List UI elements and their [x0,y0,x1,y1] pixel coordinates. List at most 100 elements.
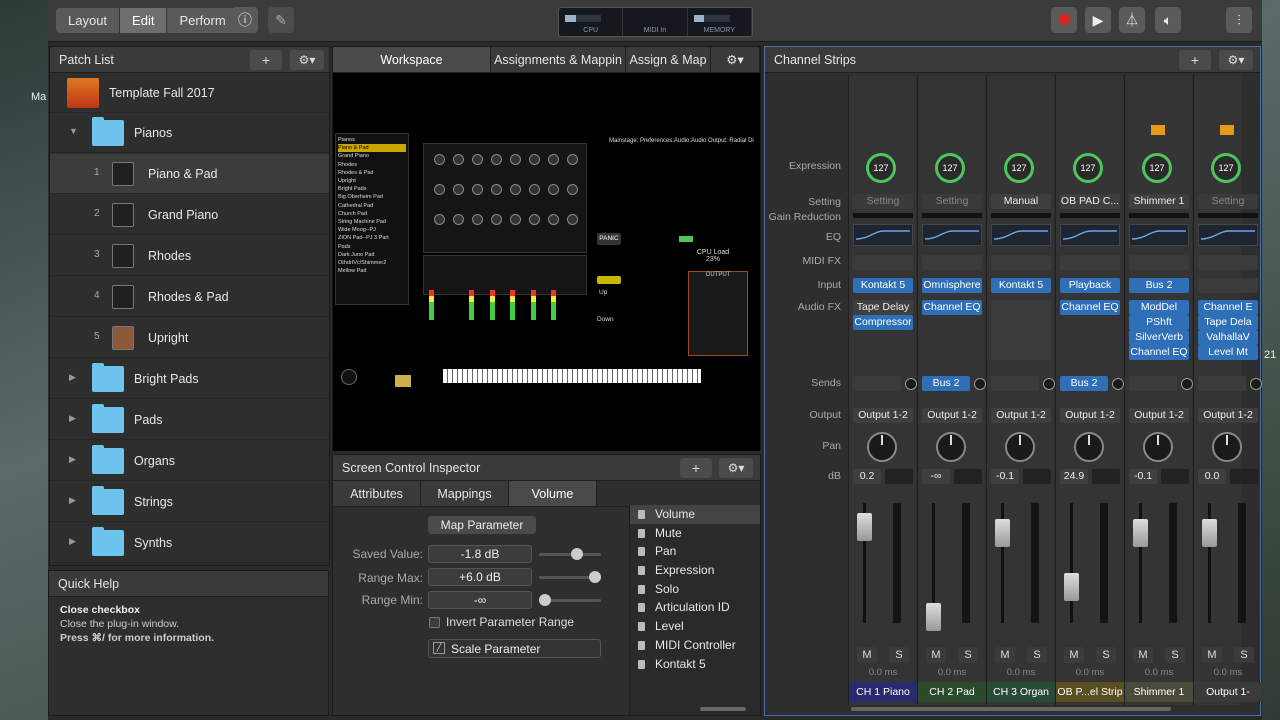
add-channel-button[interactable]: + [1179,50,1211,70]
mini-list-item[interactable]: Piano & Pad [338,144,406,153]
knob[interactable] [472,214,483,225]
disclosure-closed-icon[interactable]: ▶ [69,495,76,506]
keyboard[interactable] [443,369,701,383]
expression-knob[interactable]: 127 [1004,153,1034,183]
mini-list-item[interactable]: Rhodes [338,161,406,169]
mixer-button[interactable]: ⫶ [1226,7,1252,33]
volume-fader-track[interactable] [1070,503,1073,623]
send-level-knob[interactable] [974,378,986,390]
folder-row[interactable]: ▶ Strings [50,482,329,522]
knob[interactable] [434,184,445,195]
pan-knob[interactable] [1005,432,1035,462]
knob[interactable] [548,184,559,195]
mute-button[interactable]: M [1133,647,1153,663]
mini-list-item[interactable]: Rhodes & Pad [338,169,406,177]
mini-list-item[interactable]: OthdrIVc/Shimmer2 [338,259,406,267]
disclosure-closed-icon[interactable]: ▶ [69,454,76,465]
solo-button[interactable]: S [1027,647,1047,663]
mute-button[interactable]: M [995,647,1015,663]
knob[interactable] [529,184,540,195]
knob[interactable] [453,184,464,195]
audio-fx-slot[interactable]: Tape Delay [853,300,913,315]
mini-fader[interactable] [429,290,434,320]
knob[interactable] [434,214,445,225]
eq-thumbnail[interactable] [1129,224,1189,246]
mini-fader[interactable] [490,290,495,320]
audio-fx-slot[interactable]: Channel E [1198,300,1258,315]
knob[interactable] [472,184,483,195]
midi-fx-slot[interactable] [1060,255,1120,270]
send-level-knob[interactable] [905,378,917,390]
knob[interactable] [491,184,502,195]
pan-knob[interactable] [1143,432,1173,462]
send-level-knob[interactable] [1181,378,1193,390]
knob[interactable] [491,154,502,165]
audio-fx-slot[interactable]: Channel EQ [1129,345,1189,360]
mute-button[interactable]: M [926,647,946,663]
mini-list-item[interactable]: Bright Pads [338,185,406,193]
pan-knob[interactable] [1074,432,1104,462]
mute-button[interactable]: M [1064,647,1084,663]
audio-fx-slot[interactable]: ModDel [1129,300,1189,315]
parameter-item[interactable]: MIDI Controller [630,636,760,655]
parameter-item[interactable]: Articulation ID [630,598,760,617]
knob[interactable] [529,154,540,165]
knob[interactable] [529,214,540,225]
tab-mappings[interactable]: Mappings [421,481,509,506]
scrollbar[interactable] [700,707,746,711]
knob[interactable] [567,184,578,195]
input-slot[interactable]: Omnisphere [922,278,982,293]
slider-thumb[interactable] [539,594,551,606]
tab-workspace[interactable]: Workspace [333,47,491,72]
mini-fader[interactable] [551,290,556,320]
audio-fx-slot-empty[interactable] [991,300,1051,360]
mini-list-item[interactable]: Pianos [338,136,406,144]
mini-list-item[interactable]: Upright [338,177,406,185]
setting-button[interactable]: Manual [991,194,1051,209]
concert-row[interactable]: Template Fall 2017 [50,73,329,113]
mini-list-item[interactable]: Cathedral Pad [338,202,406,210]
channel-action-menu[interactable]: ⚙︎▾ [1219,50,1253,70]
channel-name[interactable]: Output 1- [1194,682,1262,702]
range-min-field[interactable]: -∞ [428,591,532,609]
setting-button[interactable]: OB PAD C... [1060,194,1120,209]
parameter-item[interactable]: Mute [630,524,760,543]
knob[interactable] [548,214,559,225]
tab-assignments[interactable]: Assignments & Mappin [491,47,626,72]
knob[interactable] [510,154,521,165]
output-slot[interactable]: Output 1-2 [1129,408,1189,423]
mini-fader[interactable] [469,290,474,320]
send-slot[interactable] [1198,376,1246,391]
solo-button[interactable]: S [958,647,978,663]
volume-fader-cap[interactable] [1064,573,1079,601]
setting-button[interactable]: Shimmer 1 [1129,194,1189,209]
volume-fader-cap[interactable] [1133,519,1148,547]
eq-thumbnail[interactable] [853,224,913,246]
knob[interactable] [548,154,559,165]
expression-knob[interactable]: 127 [935,153,965,183]
inspector-action-menu[interactable]: ⚙︎▾ [719,458,753,478]
volume-fader-cap[interactable] [926,603,941,631]
parameter-item[interactable]: Pan [630,542,760,561]
map-parameter-button[interactable]: Map Parameter [428,516,536,534]
perform-mode-button[interactable]: Perform [167,8,239,33]
channel-name[interactable]: CH 2 Pad [918,682,986,702]
volume-fader-cap[interactable] [995,519,1010,547]
up-button[interactable]: Up [599,289,607,296]
solo-button[interactable]: S [1096,647,1116,663]
mini-fader[interactable] [510,290,515,320]
mini-list-item[interactable]: String Machine Pad [338,218,406,226]
mini-list-item[interactable]: Big Oberheim Pad [338,193,406,201]
send-slot[interactable] [991,376,1039,391]
knob[interactable] [453,214,464,225]
info-button[interactable]: ⓘ [232,7,258,33]
edit-mode-button[interactable]: Edit [120,8,168,33]
patch-row[interactable]: 3 Rhodes [50,236,329,276]
input-slot[interactable]: Playback [1060,278,1120,293]
folder-row[interactable]: ▶ Synths [50,523,329,563]
output-slot[interactable]: Output 1-2 [853,408,913,423]
add-patch-button[interactable]: + [250,50,282,70]
knob[interactable] [510,184,521,195]
panic-button[interactable]: PANIC [597,233,621,245]
channel-name[interactable]: CH 3 Organ [987,682,1055,702]
